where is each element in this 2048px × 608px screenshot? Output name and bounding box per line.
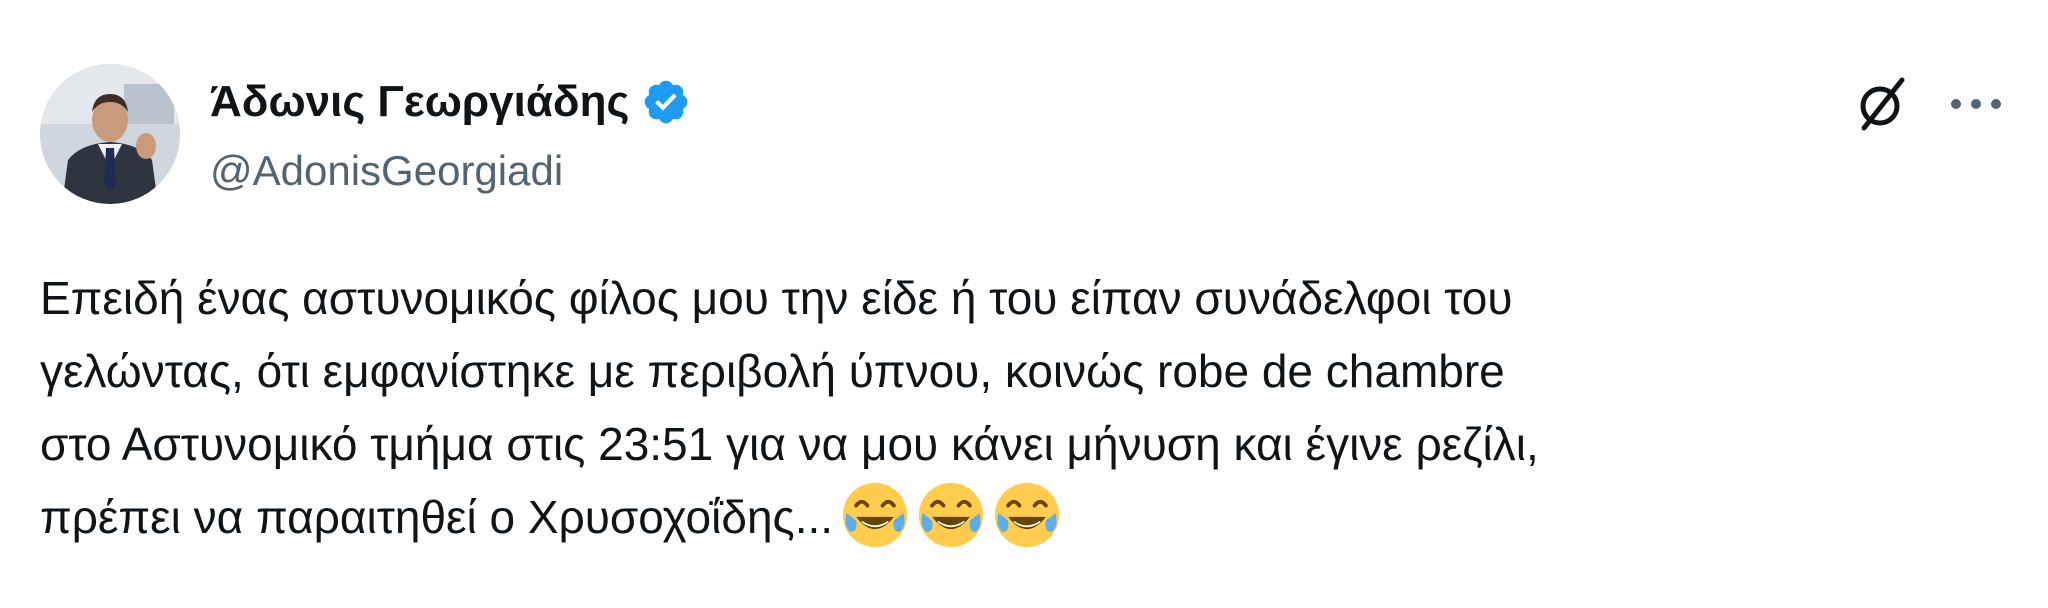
- author-display-name[interactable]: Άδωνις Γεωργιάδης: [210, 72, 629, 132]
- emoji-group: [833, 482, 1061, 548]
- tweet-text-line-last: πρέπει να παραιτηθεί ο Χρυσοχοΐδης...: [40, 481, 2020, 554]
- author-avatar[interactable]: [40, 64, 180, 204]
- more-options-button[interactable]: [1944, 80, 2008, 128]
- verified-badge-icon[interactable]: [641, 77, 691, 127]
- author-name-row: Άδωνις Γεωργιάδης: [210, 72, 691, 132]
- grok-button[interactable]: [1850, 72, 1914, 136]
- tweet: Άδωνις Γεωργιάδης @AdonisGeorgiadi Επειδ…: [0, 0, 2048, 608]
- tweet-text-line: στο Αστυνομικό τμήμα στις 23:51 για να μ…: [40, 418, 1539, 470]
- tweet-text-line: γελώντας, ότι εμφανίστηκε με περιβολή ύπ…: [40, 345, 1505, 397]
- tweet-text-line: Επειδή ένας αστυνομικός φίλος μου την εί…: [40, 272, 1513, 324]
- face-with-tears-of-joy-icon: [917, 481, 985, 549]
- face-with-tears-of-joy-icon: [993, 481, 1061, 549]
- slashed-circle-icon: [1860, 77, 1905, 131]
- face-with-tears-of-joy-icon: [841, 481, 909, 549]
- author-handle[interactable]: @AdonisGeorgiadi: [210, 143, 563, 199]
- tweet-text: Επειδή ένας αστυνομικός φίλος μου την εί…: [40, 262, 2020, 554]
- more-horizontal-icon: [1951, 99, 2001, 109]
- tweet-text-line: πρέπει να παραιτηθεί ο Χρυσοχοΐδης...: [40, 491, 834, 543]
- avatar-photo: [40, 64, 180, 204]
